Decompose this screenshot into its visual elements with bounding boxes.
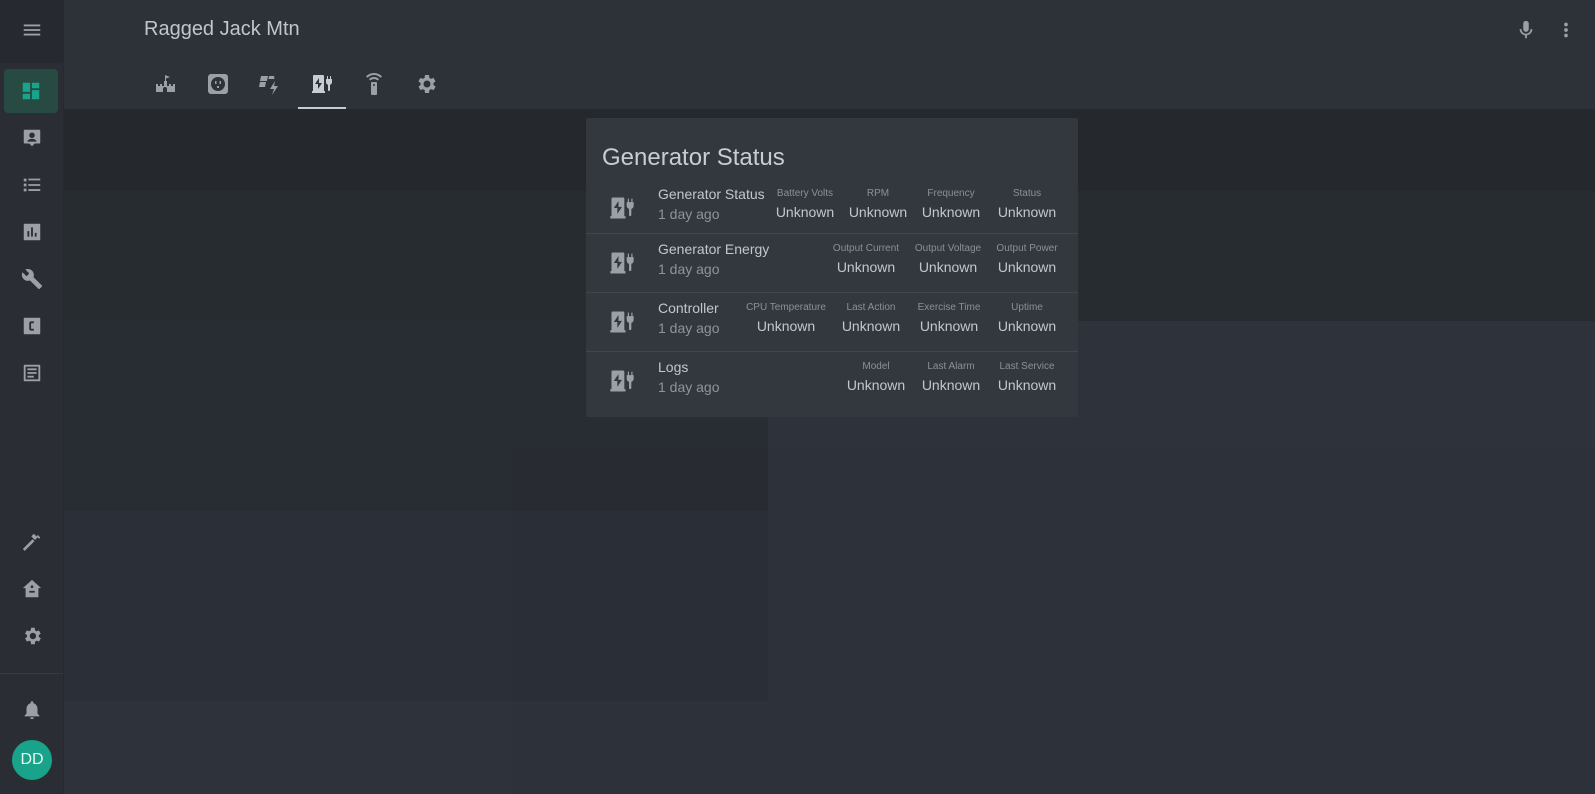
- tab-power-socket[interactable]: [192, 66, 244, 109]
- tab-settings[interactable]: [400, 66, 452, 109]
- entity-row[interactable]: Generator Energy 1 day ago Output Curren…: [586, 233, 1078, 291]
- attribute-cpu-temperature: CPU Temperature Unknown: [746, 302, 826, 334]
- entity-name: Generator Energy: [658, 241, 770, 257]
- sidebar-item-c[interactable]: [0, 304, 63, 348]
- card-title: Generator Status: [602, 144, 785, 171]
- sidebar-item-history[interactable]: [0, 210, 63, 254]
- attribute-battery-volts: Battery Volts Unknown: [775, 188, 835, 220]
- generator-status-card: Generator Status Generator Status 1 day …: [586, 118, 1078, 417]
- dashboard-icon: [22, 82, 40, 100]
- background-block: [512, 448, 1595, 794]
- gear-icon: [418, 75, 436, 93]
- tab-remote[interactable]: [348, 66, 400, 109]
- home-assistant-icon: [22, 579, 41, 598]
- entity-name: Generator Status: [658, 186, 765, 202]
- view-tabs: [140, 66, 452, 109]
- menu-icon[interactable]: [0, 8, 63, 52]
- row-divider: [586, 351, 1078, 352]
- sidebar: DD: [0, 0, 64, 794]
- attribute-status: Status Unknown: [997, 188, 1057, 220]
- sidebar-item-profile[interactable]: [0, 116, 63, 160]
- remote-icon: [366, 72, 382, 95]
- attribute-uptime: Uptime Unknown: [997, 302, 1057, 334]
- tab-castle[interactable]: [140, 66, 192, 109]
- entity-row[interactable]: Controller 1 day ago CPU Temperature Unkn…: [586, 292, 1078, 350]
- sidebar-item-supervisor[interactable]: [0, 567, 63, 611]
- castle-icon: [156, 75, 175, 92]
- entity-last-changed: 1 day ago: [658, 206, 720, 222]
- microphone-icon: [1519, 20, 1533, 39]
- row-divider: [586, 292, 1078, 293]
- attribute-last-service: Last Service Unknown: [997, 361, 1057, 393]
- entity-row[interactable]: Logs 1 day ago Model Unknown Last Alarm Un…: [586, 351, 1078, 409]
- attribute-last-action: Last Action Unknown: [841, 302, 901, 334]
- sidebar-divider: [0, 673, 63, 674]
- alpha-c-box-icon: [23, 317, 40, 335]
- text-box-icon: [23, 364, 40, 382]
- entity-name: Logs: [658, 359, 689, 375]
- account-box-icon: [23, 129, 40, 147]
- row-divider: [586, 233, 1078, 234]
- more-menu-button[interactable]: [1552, 16, 1580, 44]
- bell-icon: [24, 701, 39, 720]
- microphone-button[interactable]: [1512, 16, 1540, 44]
- entity-row[interactable]: Generator Status 1 day ago Battery Volts…: [586, 182, 1078, 240]
- tab-generator[interactable]: [296, 66, 348, 109]
- sidebar-item-settings[interactable]: [0, 614, 63, 658]
- ev-station-icon: [610, 370, 634, 392]
- avatar[interactable]: DD: [12, 740, 52, 780]
- sidebar-item-notes[interactable]: [0, 351, 63, 395]
- ev-station-icon: [610, 197, 634, 219]
- page-title: Ragged Jack Mtn: [144, 18, 300, 40]
- attribute-last-alarm: Last Alarm Unknown: [921, 361, 981, 393]
- attribute-output-power: Output Power Unknown: [996, 243, 1058, 275]
- power-socket-icon: [208, 74, 228, 94]
- hammer-icon: [22, 533, 40, 551]
- ev-station-icon: [610, 252, 634, 274]
- sidebar-item-tools[interactable]: [0, 257, 63, 301]
- sidebar-item-developer-tools[interactable]: [0, 520, 63, 564]
- wrench-icon: [21, 269, 42, 290]
- format-list-icon: [23, 178, 40, 192]
- toolbar: Ragged Jack Mtn: [64, 0, 1595, 109]
- chart-box-icon: [23, 223, 40, 241]
- attribute-output-voltage: Output Voltage Unknown: [914, 243, 982, 275]
- cog-icon: [24, 627, 41, 645]
- sidebar-item-overview[interactable]: [4, 69, 58, 113]
- ev-station-icon: [312, 75, 332, 93]
- entity-last-changed: 1 day ago: [658, 261, 720, 277]
- attribute-exercise-time: Exercise Time Unknown: [917, 302, 981, 334]
- entity-name: Controller: [658, 300, 719, 316]
- entity-last-changed: 1 day ago: [658, 320, 720, 336]
- sidebar-item-logbook[interactable]: [0, 163, 63, 207]
- tab-solar-power[interactable]: [244, 66, 296, 109]
- attribute-frequency: Frequency Unknown: [921, 188, 981, 220]
- sidebar-item-notifications[interactable]: [0, 688, 63, 732]
- entity-last-changed: 1 day ago: [658, 379, 720, 395]
- attribute-model: Model Unknown: [846, 361, 906, 393]
- solar-power-icon: [259, 76, 278, 95]
- ev-station-icon: [610, 311, 634, 333]
- attribute-output-current: Output Current Unknown: [832, 243, 900, 275]
- attribute-rpm: RPM Unknown: [848, 188, 908, 220]
- more-vert-icon: [1564, 22, 1568, 38]
